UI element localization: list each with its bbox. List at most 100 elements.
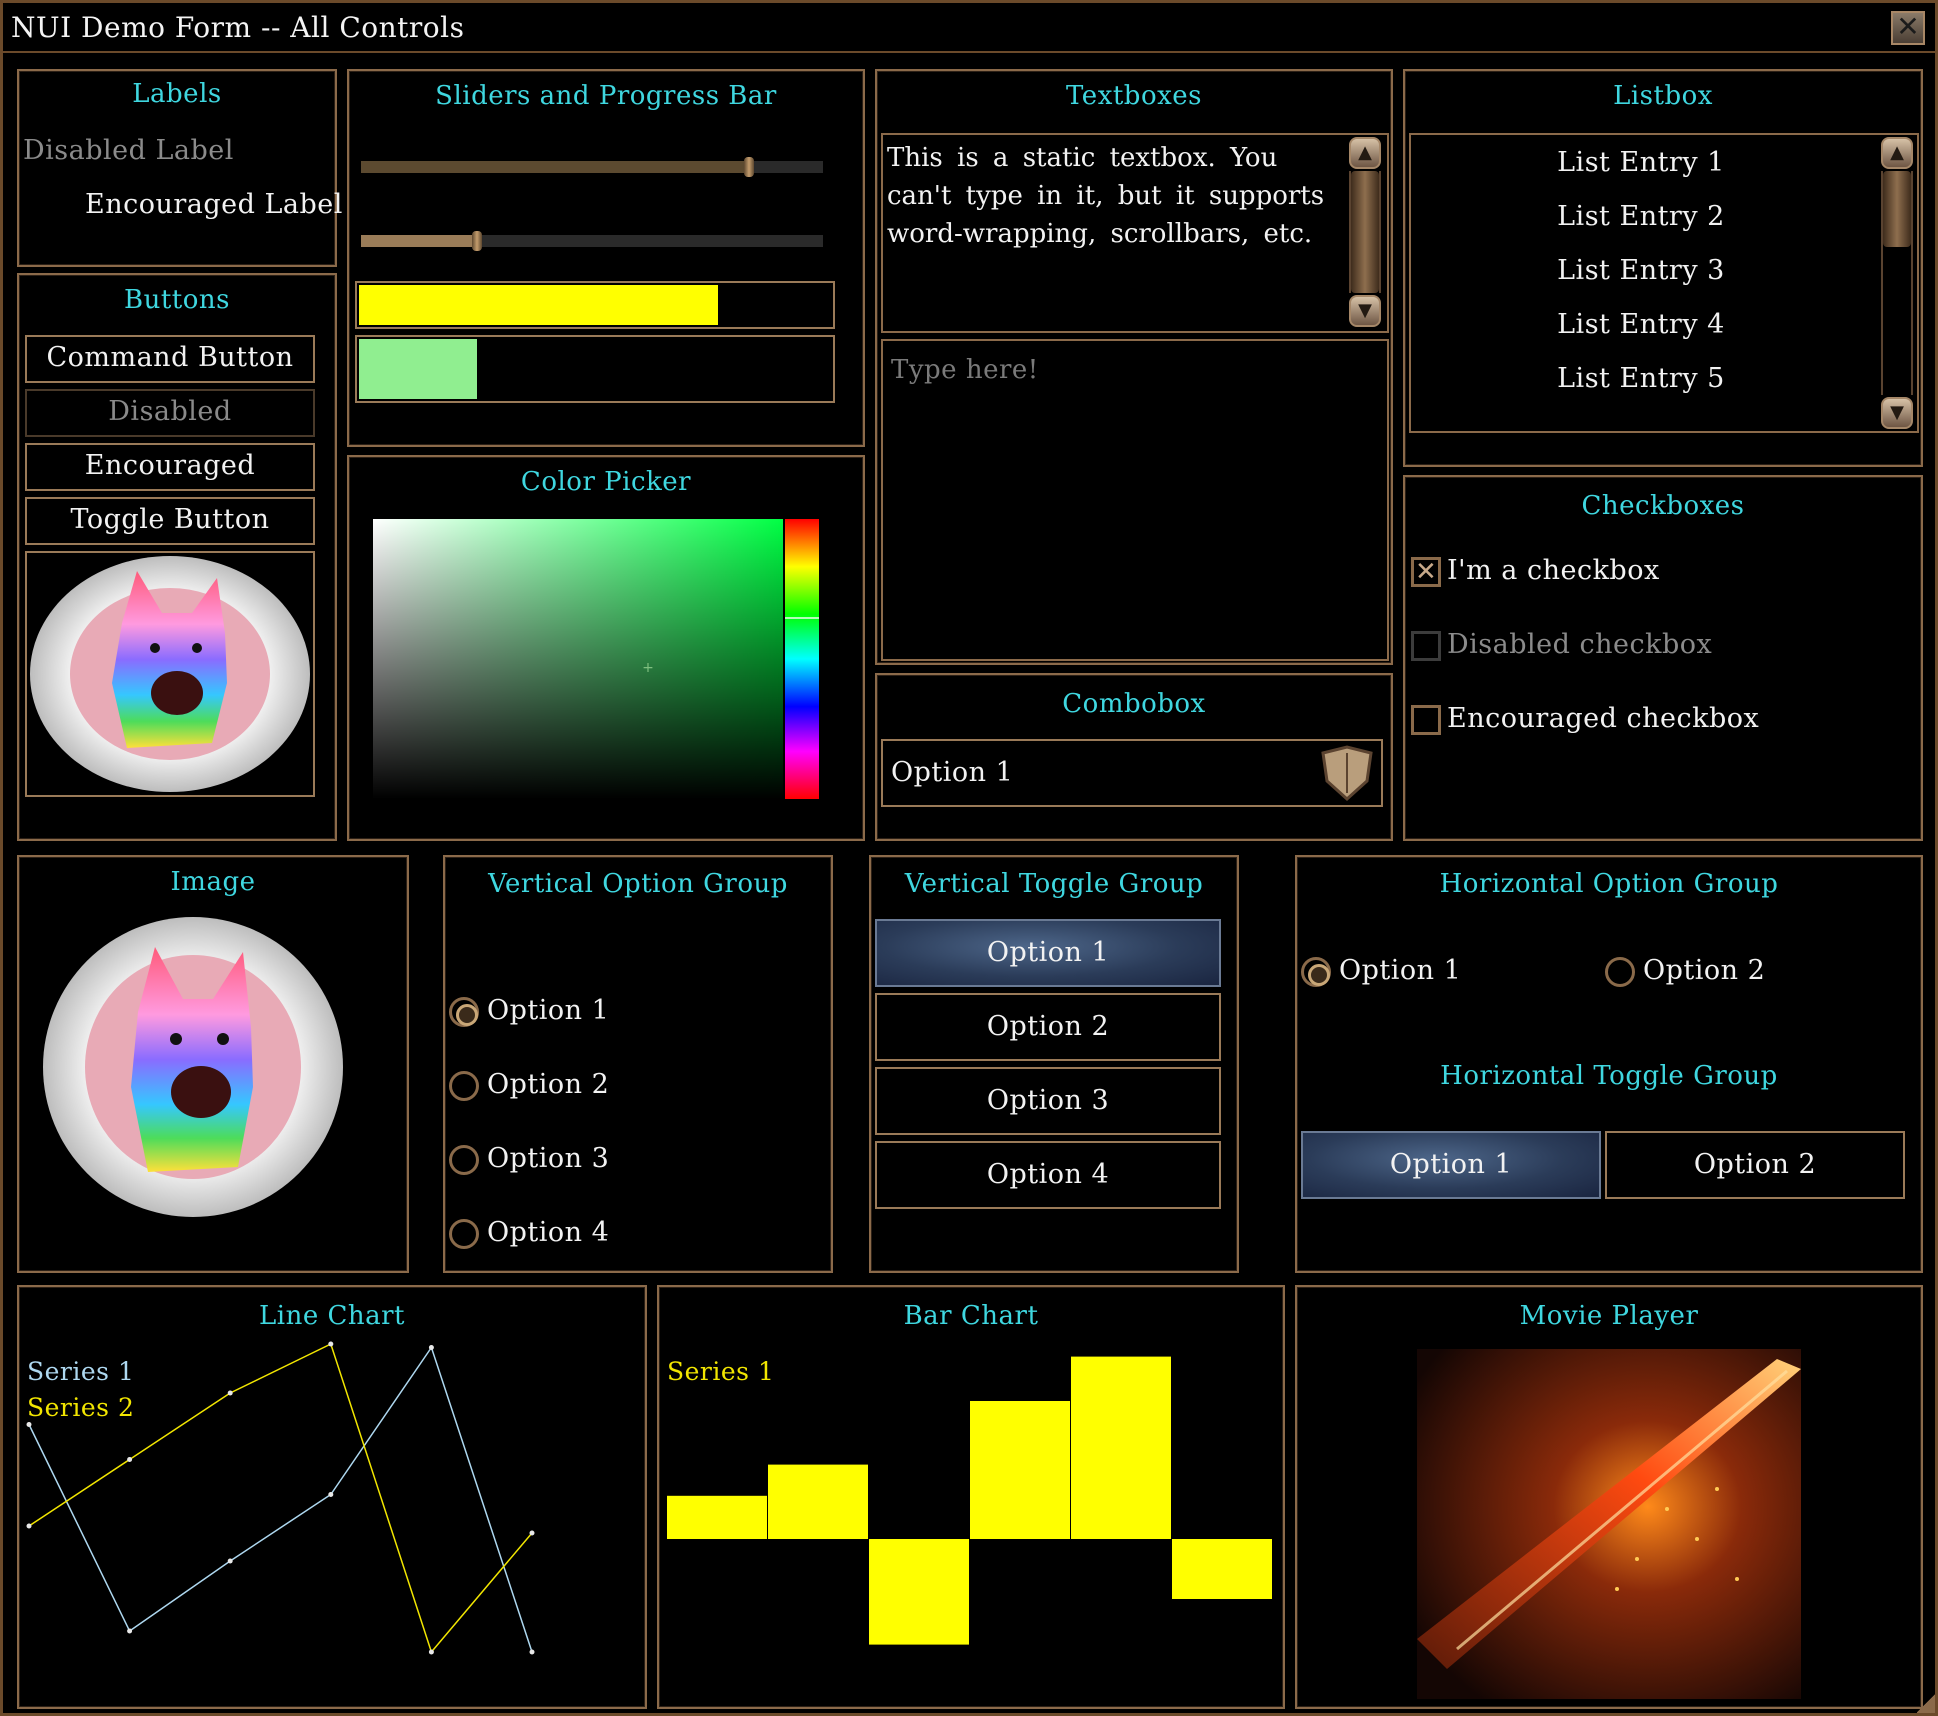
scroll-down-icon: ▼ bbox=[1890, 402, 1904, 423]
horizontal-option-group-title: Horizontal Option Group bbox=[1439, 869, 1779, 899]
textbox-scrollbar[interactable] bbox=[1349, 171, 1381, 293]
series-2-point-5 bbox=[428, 1649, 434, 1655]
input-placeholder: Type here! bbox=[891, 355, 1039, 385]
list-item[interactable]: List Entry 1 bbox=[1411, 147, 1871, 178]
bar-chart-panel: Bar Chart Series 1 bbox=[657, 1285, 1285, 1709]
slider-1-fill bbox=[361, 161, 750, 173]
vertical-toggle-option-4[interactable]: Option 4 bbox=[875, 1141, 1221, 1209]
bar-2 bbox=[768, 1464, 868, 1539]
listbox-scroll-up-button[interactable]: ▲ bbox=[1881, 137, 1913, 169]
listbox-panel: Listbox List Entry 1 List Entry 2 List E… bbox=[1403, 69, 1923, 467]
checkbox-encouraged[interactable] bbox=[1411, 705, 1441, 735]
progress-bar-1 bbox=[355, 281, 835, 329]
textbox-scroll-down-button[interactable]: ▼ bbox=[1349, 295, 1381, 327]
horizontal-option-2-radio[interactable] bbox=[1605, 957, 1635, 987]
movie-player-panel: Movie Player bbox=[1295, 1285, 1923, 1709]
vertical-option-1-label[interactable]: Option 1 bbox=[487, 995, 609, 1026]
textboxes-title: Textboxes bbox=[1065, 81, 1202, 111]
title-bar[interactable]: NUI Demo Form -- All Controls ✕ bbox=[3, 3, 1935, 53]
series-1-point-2 bbox=[127, 1628, 133, 1634]
resize-grip-icon[interactable] bbox=[1917, 1693, 1935, 1713]
vertical-option-4-label[interactable]: Option 4 bbox=[487, 1217, 609, 1248]
bar-3 bbox=[869, 1539, 969, 1645]
corgi-image bbox=[43, 917, 343, 1217]
checkbox-encouraged-label[interactable]: Encouraged checkbox bbox=[1447, 703, 1759, 734]
bar-6 bbox=[1172, 1539, 1272, 1599]
bar-4 bbox=[970, 1401, 1070, 1539]
horizontal-toggle-option-2[interactable]: Option 2 bbox=[1605, 1131, 1905, 1199]
vertical-option-1-radio[interactable] bbox=[449, 997, 479, 1027]
labels-title: Labels bbox=[132, 79, 222, 109]
slider-2[interactable] bbox=[361, 231, 823, 251]
main-window: NUI Demo Form -- All Controls ✕ Labels D… bbox=[0, 0, 1938, 1716]
command-button[interactable]: Command Button bbox=[25, 335, 315, 383]
list-item[interactable]: List Entry 3 bbox=[1411, 255, 1871, 286]
shield-dropdown-icon[interactable] bbox=[1317, 745, 1377, 803]
line-chart-panel: Line Chart Series 1 Series 2 bbox=[17, 1285, 647, 1709]
series-2-point-4 bbox=[328, 1341, 334, 1347]
textbox-scroll-thumb[interactable] bbox=[1351, 171, 1379, 293]
color-picker-panel: Color Picker + bbox=[347, 455, 865, 841]
slider-1[interactable] bbox=[361, 157, 823, 177]
horizontal-toggle-option-1[interactable]: Option 1 bbox=[1301, 1131, 1601, 1199]
buttons-panel: Buttons Command Button Disabled Encourag… bbox=[17, 273, 337, 841]
vertical-toggle-group-title: Vertical Toggle Group bbox=[904, 869, 1204, 899]
color-crosshair[interactable]: + bbox=[641, 661, 655, 675]
horizontal-option-1-label[interactable]: Option 1 bbox=[1339, 955, 1461, 986]
horizontal-option-1-radio[interactable] bbox=[1301, 957, 1331, 987]
list-item[interactable]: List Entry 4 bbox=[1411, 309, 1871, 340]
hue-marker[interactable] bbox=[785, 617, 819, 619]
sliders-panel: Sliders and Progress Bar bbox=[347, 69, 865, 447]
series-1-point-5 bbox=[428, 1345, 434, 1350]
color-picker-title: Color Picker bbox=[520, 467, 692, 497]
movie-frame[interactable] bbox=[1417, 1349, 1801, 1699]
vertical-option-3-label[interactable]: Option 3 bbox=[487, 1143, 609, 1174]
close-button[interactable]: ✕ bbox=[1891, 11, 1925, 45]
vertical-option-4-radio[interactable] bbox=[449, 1219, 479, 1249]
vertical-option-3-radio[interactable] bbox=[449, 1145, 479, 1175]
list-item[interactable]: List Entry 5 bbox=[1411, 363, 1871, 394]
checkbox-disabled-label: Disabled checkbox bbox=[1447, 629, 1713, 660]
scroll-up-icon: ▲ bbox=[1890, 142, 1904, 163]
listbox-scrollbar[interactable] bbox=[1881, 171, 1913, 395]
listbox[interactable]: List Entry 1 List Entry 2 List Entry 3 L… bbox=[1409, 133, 1919, 433]
image-button[interactable] bbox=[25, 551, 315, 797]
bar-1 bbox=[667, 1495, 767, 1539]
series-2-point-3 bbox=[227, 1390, 233, 1396]
listbox-scroll-down-button[interactable]: ▼ bbox=[1881, 397, 1913, 429]
progress-bar-2 bbox=[355, 335, 835, 403]
slider-2-handle[interactable] bbox=[471, 231, 482, 251]
vertical-toggle-option-1[interactable]: Option 1 bbox=[875, 919, 1221, 987]
vertical-toggle-group-panel: Vertical Toggle Group Option 1 Option 2 … bbox=[869, 855, 1239, 1273]
vertical-option-2-label[interactable]: Option 2 bbox=[487, 1069, 609, 1100]
line-chart-plot bbox=[26, 1341, 535, 1655]
listbox-scroll-thumb[interactable] bbox=[1883, 171, 1911, 247]
vertical-toggle-option-3[interactable]: Option 3 bbox=[875, 1067, 1221, 1135]
encouraged-button[interactable]: Encouraged bbox=[25, 443, 315, 491]
textbox-scroll-up-button[interactable]: ▲ bbox=[1349, 137, 1381, 169]
horizontal-option-2-label[interactable]: Option 2 bbox=[1643, 955, 1765, 986]
checkbox-1[interactable] bbox=[1411, 557, 1441, 587]
progress-bar-1-fill bbox=[359, 285, 718, 325]
toggle-button[interactable]: Toggle Button bbox=[25, 497, 315, 545]
list-item[interactable]: List Entry 2 bbox=[1411, 201, 1871, 232]
input-textbox[interactable]: Type here! bbox=[881, 339, 1389, 661]
checkboxes-title: Checkboxes bbox=[1581, 491, 1745, 521]
combobox-field[interactable]: Option 1 bbox=[881, 739, 1383, 807]
vertical-toggle-option-2[interactable]: Option 2 bbox=[875, 993, 1221, 1061]
series-2-point-2 bbox=[127, 1457, 133, 1462]
static-textbox: This is a static textbox. You can't type… bbox=[881, 133, 1389, 333]
labels-panel: Labels Disabled Label Encouraged Label bbox=[17, 69, 342, 267]
image-panel: Image bbox=[17, 855, 409, 1273]
slider-1-handle[interactable] bbox=[744, 157, 755, 177]
image-title: Image bbox=[170, 867, 256, 897]
checkbox-disabled bbox=[1411, 631, 1441, 661]
bar-chart-plot bbox=[667, 1356, 1272, 1645]
vertical-option-2-radio[interactable] bbox=[449, 1071, 479, 1101]
checkbox-1-label[interactable]: I'm a checkbox bbox=[1447, 555, 1660, 586]
color-gradient-square[interactable]: + bbox=[373, 519, 783, 799]
hue-bar[interactable] bbox=[785, 519, 819, 799]
close-icon: ✕ bbox=[1896, 10, 1920, 43]
encouraged-label: Encouraged Label bbox=[85, 189, 343, 220]
corgi-image bbox=[30, 556, 310, 792]
